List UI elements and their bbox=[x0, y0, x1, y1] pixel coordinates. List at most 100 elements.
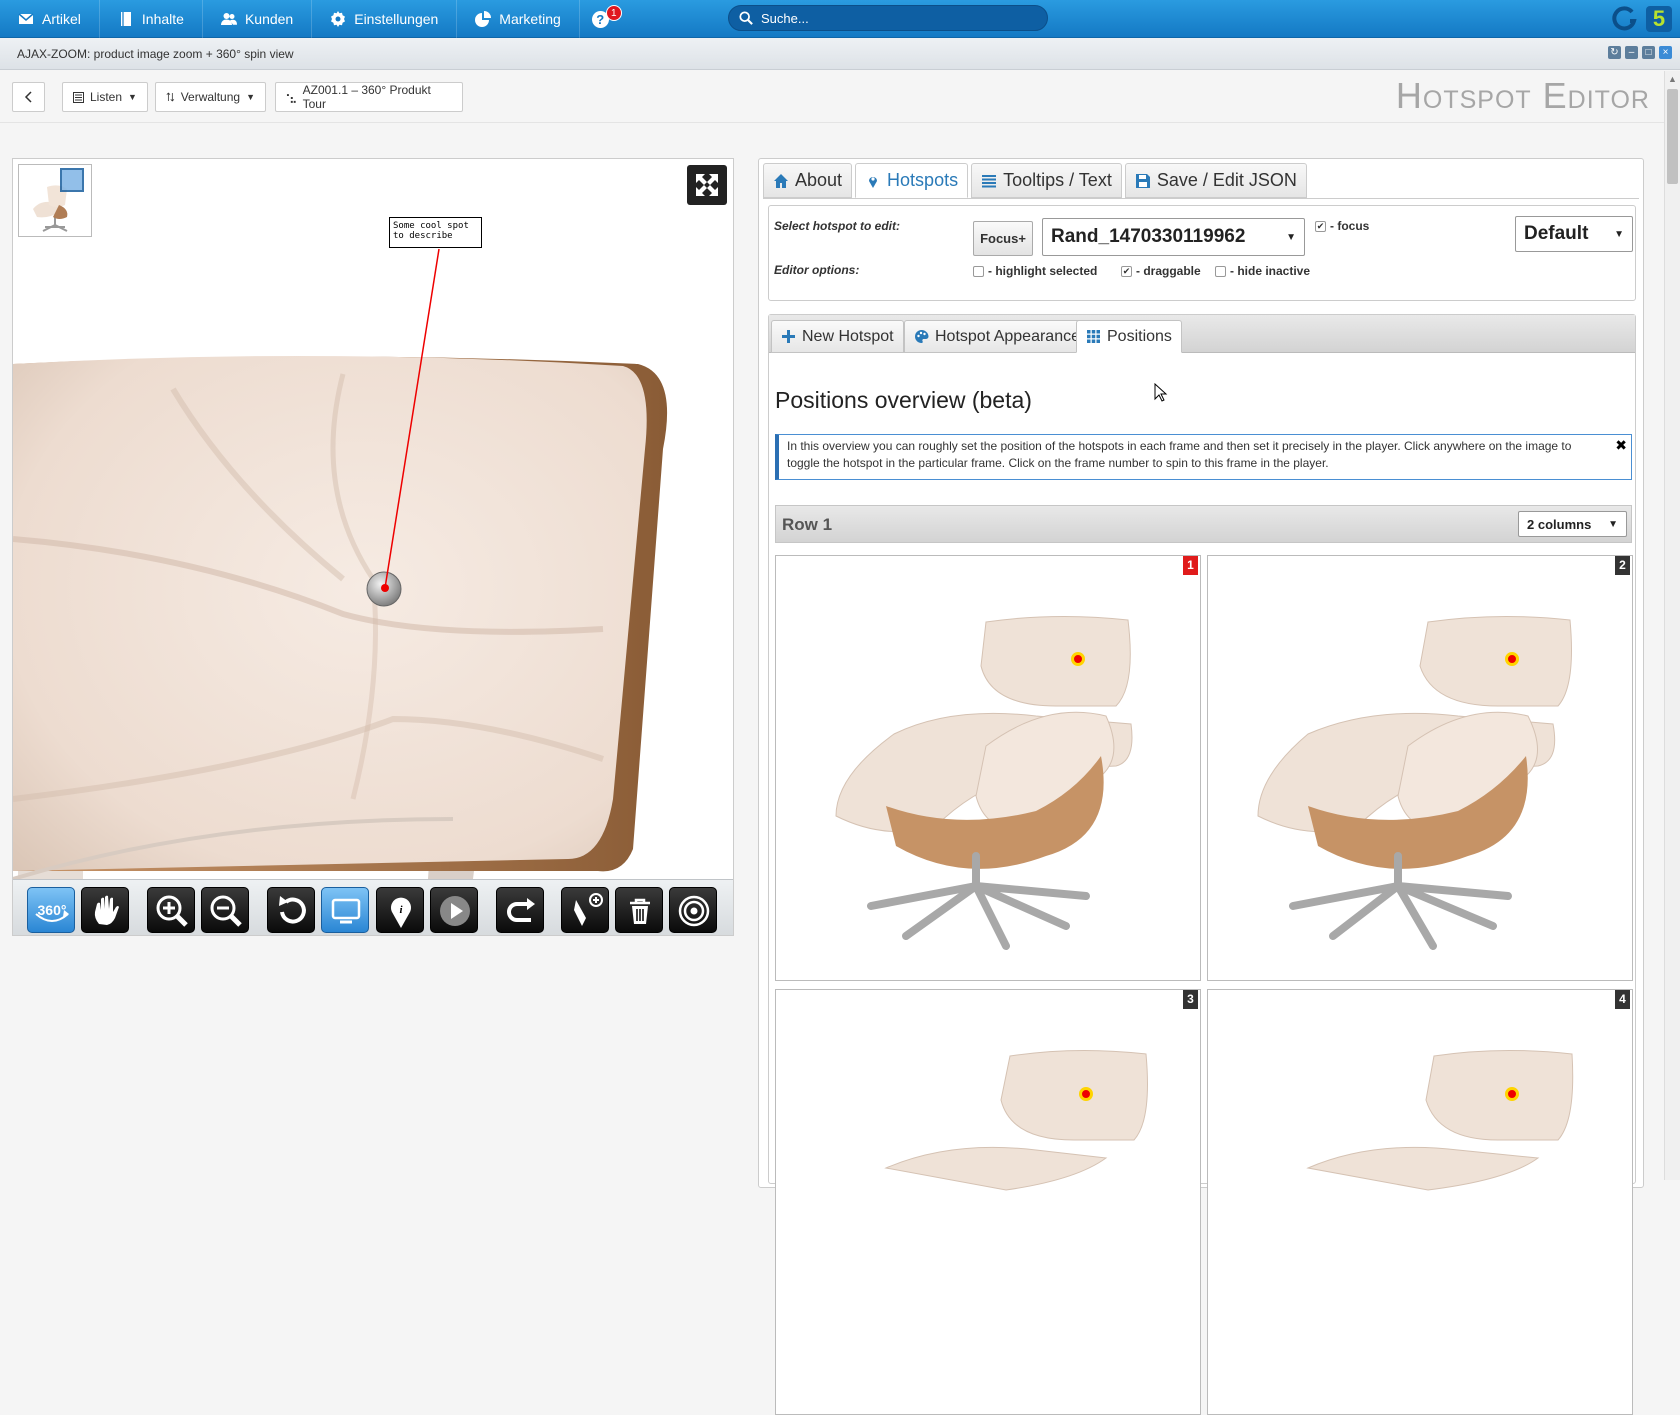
mouse-cursor-icon bbox=[1154, 383, 1168, 402]
caret-down-icon: ▼ bbox=[128, 92, 137, 102]
frame-3[interactable]: 3 bbox=[775, 989, 1201, 1415]
zoom-in-button[interactable] bbox=[147, 887, 195, 933]
tab-about[interactable]: About bbox=[763, 163, 853, 198]
hotspot-pin-button[interactable]: i bbox=[376, 887, 424, 933]
window-refresh-icon[interactable]: ↻ bbox=[1608, 46, 1621, 59]
help-button[interactable]: ? 1 bbox=[591, 4, 622, 30]
hotspot-marker[interactable] bbox=[1505, 652, 1519, 666]
window-maximize-icon[interactable]: □ bbox=[1642, 46, 1655, 59]
focus-checkbox[interactable]: ✔ - focus bbox=[1315, 219, 1369, 233]
verwaltung-label: Verwaltung bbox=[180, 90, 241, 104]
verwaltung-dropdown[interactable]: Verwaltung ▼ bbox=[155, 82, 266, 112]
tab-save-json[interactable]: Save / Edit JSON bbox=[1124, 163, 1307, 198]
add-hotspot-button[interactable] bbox=[561, 887, 609, 933]
nav-inhalte[interactable]: Inhalte bbox=[100, 0, 203, 38]
info-text: In this overview you can roughly set the… bbox=[787, 439, 1572, 470]
pan-button[interactable] bbox=[81, 887, 129, 933]
hotspot-select[interactable]: Rand_1470330119962 ▼ bbox=[1042, 218, 1305, 256]
thumbnail-chair[interactable] bbox=[18, 164, 92, 237]
top-navigation-bar: Artikel Inhalte Kunden Einstellungen Mar… bbox=[0, 0, 1680, 38]
zoom-out-button[interactable] bbox=[201, 887, 249, 933]
reset-icon bbox=[279, 896, 306, 924]
hide-inactive-box[interactable] bbox=[1215, 265, 1226, 277]
tab-tooltips[interactable]: Tooltips / Text bbox=[971, 163, 1122, 198]
zoom-viewer[interactable]: Some cool spot to describe 360° i bbox=[12, 158, 734, 936]
nav-einstellungen-label: Einstellungen bbox=[354, 10, 439, 27]
nav-artikel-label: Artikel bbox=[42, 10, 81, 27]
frame-number[interactable]: 3 bbox=[1183, 990, 1198, 1009]
users-icon bbox=[220, 12, 237, 25]
tab-divider bbox=[763, 198, 1639, 199]
frame-2[interactable]: 2 bbox=[1207, 555, 1633, 981]
reset-button[interactable] bbox=[267, 887, 315, 933]
nav-kunden[interactable]: Kunden bbox=[203, 0, 313, 38]
target-button[interactable] bbox=[669, 887, 717, 933]
frame-4[interactable]: 4 bbox=[1207, 989, 1633, 1415]
hotspot-marker[interactable] bbox=[1505, 1087, 1519, 1101]
draggable-box[interactable]: ✔ bbox=[1121, 265, 1132, 277]
nav-marketing[interactable]: Marketing bbox=[457, 0, 580, 38]
highlight-selected-checkbox[interactable]: - highlight selected bbox=[973, 264, 1097, 278]
viewer-toolbar: 360° i bbox=[13, 879, 733, 935]
highlight-selected-box[interactable] bbox=[973, 265, 984, 277]
expand-icon bbox=[696, 174, 718, 196]
back-button[interactable] bbox=[12, 82, 45, 112]
draggable-checkbox[interactable]: ✔ - draggable bbox=[1121, 264, 1201, 278]
columns-select-value: 2 columns bbox=[1527, 516, 1592, 532]
delete-button[interactable] bbox=[615, 887, 663, 933]
listen-dropdown[interactable]: Listen ▼ bbox=[62, 82, 148, 112]
play-button[interactable] bbox=[430, 887, 478, 933]
frame-1[interactable]: 1 bbox=[775, 555, 1201, 981]
zoomed-chair-backrest-image[interactable] bbox=[13, 159, 734, 879]
redo-button[interactable] bbox=[496, 887, 544, 933]
search-box[interactable] bbox=[728, 5, 1048, 31]
chair-thumbnail-image bbox=[33, 168, 84, 232]
hotspot-marker[interactable] bbox=[1071, 652, 1085, 666]
nav-artikel[interactable]: Artikel bbox=[0, 0, 100, 38]
product-button[interactable]: AZ001.1 – 360° Produkt Tour bbox=[275, 82, 463, 112]
nav-einstellungen[interactable]: Einstellungen bbox=[312, 0, 458, 38]
spin-360-button[interactable]: 360° bbox=[27, 887, 75, 933]
scroll-up-icon[interactable]: ▲ bbox=[1668, 74, 1677, 84]
hotspot-editor-panel: About Hotspots Tooltips / Text Save / Ed… bbox=[758, 158, 1644, 1415]
refresh-logo-icon[interactable] bbox=[1612, 6, 1638, 32]
close-icon[interactable]: ✖ bbox=[1615, 437, 1627, 454]
scroll-thumb[interactable] bbox=[1667, 89, 1678, 184]
chair-frame-image bbox=[1257, 615, 1572, 950]
row-title: Row 1 bbox=[782, 515, 833, 534]
hide-inactive-label: - hide inactive bbox=[1230, 264, 1311, 278]
hotspot-marker[interactable] bbox=[1079, 1087, 1093, 1101]
subtab-hotspot-appearance[interactable]: Hotspot Appearance bbox=[904, 320, 1090, 353]
nav-inhalte-label: Inhalte bbox=[141, 10, 184, 27]
columns-select[interactable]: 2 columns ▼ bbox=[1518, 511, 1627, 537]
focus-checkbox-label: - focus bbox=[1330, 219, 1370, 233]
highlight-selected-label: - highlight selected bbox=[988, 264, 1098, 278]
tab-save-json-label: Save / Edit JSON bbox=[1156, 170, 1297, 190]
focus-checkbox-box[interactable]: ✔ bbox=[1315, 220, 1326, 232]
vertical-scrollbar[interactable]: ▲ bbox=[1664, 71, 1680, 1180]
save-icon bbox=[1135, 173, 1150, 188]
screen-button[interactable] bbox=[321, 887, 369, 933]
search-input[interactable] bbox=[761, 10, 1031, 26]
frame-number[interactable]: 4 bbox=[1615, 990, 1630, 1009]
window-close-icon[interactable]: × bbox=[1659, 46, 1672, 59]
tree-icon bbox=[286, 93, 296, 103]
frame-number[interactable]: 2 bbox=[1615, 556, 1630, 575]
frame-number[interactable]: 1 bbox=[1183, 556, 1198, 575]
hide-inactive-checkbox[interactable]: - hide inactive bbox=[1215, 264, 1310, 278]
subtab-positions[interactable]: Positions bbox=[1076, 320, 1182, 353]
subtab-positions-label: Positions bbox=[1107, 327, 1172, 345]
shopware-logo[interactable]: 5 bbox=[1646, 6, 1672, 32]
list-icon bbox=[982, 174, 997, 187]
play-icon bbox=[440, 896, 470, 926]
grid-icon bbox=[1087, 330, 1100, 343]
home-icon bbox=[774, 173, 788, 188]
tab-about-label: About bbox=[795, 170, 843, 190]
notification-badge: 1 bbox=[605, 4, 622, 21]
fullscreen-button[interactable] bbox=[687, 165, 727, 205]
window-minimize-icon[interactable]: – bbox=[1625, 46, 1638, 59]
focus-plus-button[interactable]: Focus+ bbox=[973, 221, 1033, 256]
subtab-new-hotspot[interactable]: New Hotspot bbox=[771, 320, 904, 353]
preset-select[interactable]: Default ▼ bbox=[1515, 216, 1633, 252]
tab-hotspots[interactable]: Hotspots bbox=[855, 163, 969, 198]
